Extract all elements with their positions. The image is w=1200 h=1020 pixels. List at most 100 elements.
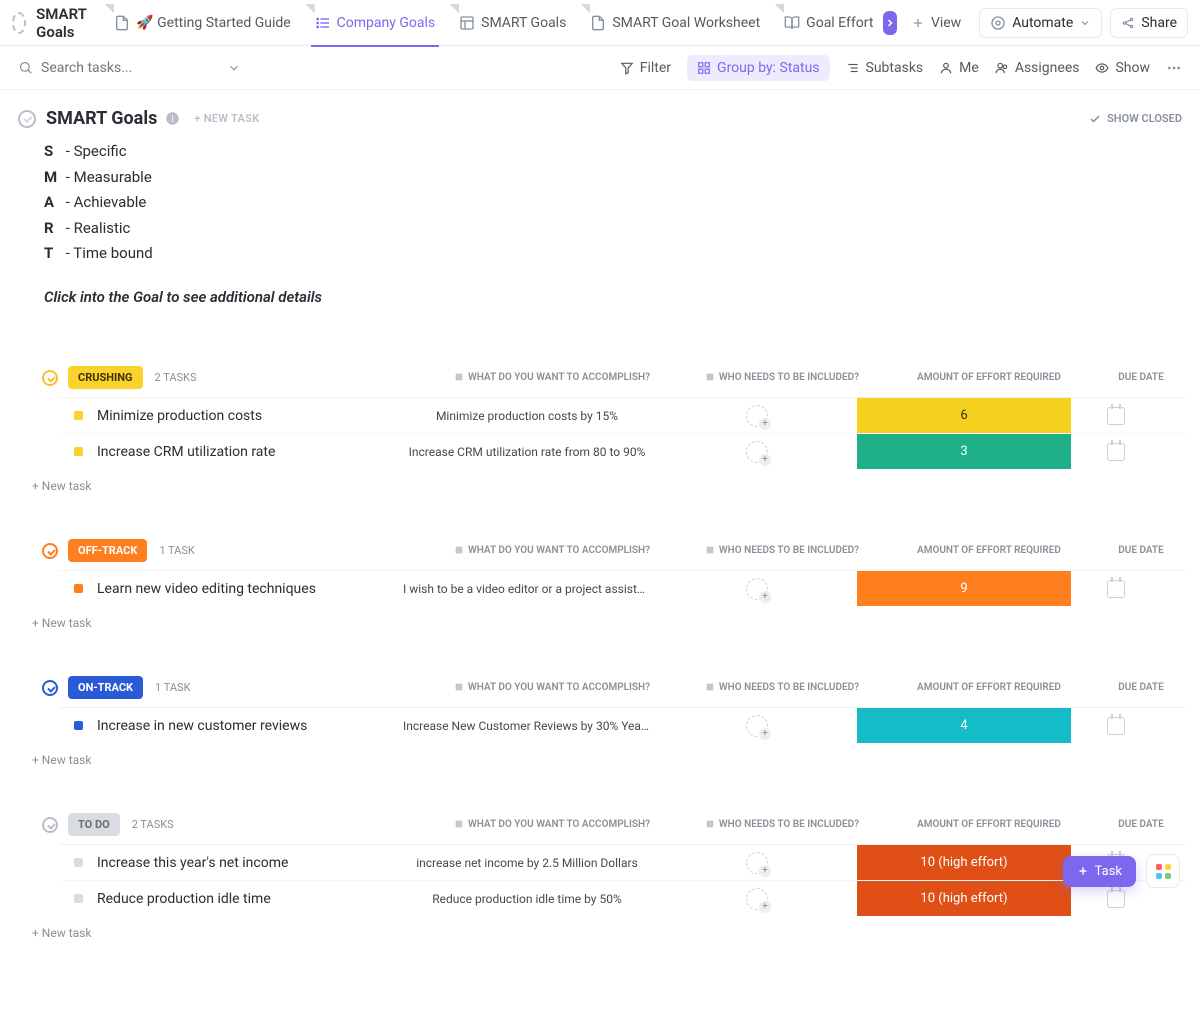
add-task-button[interactable]: + New task xyxy=(14,743,1186,767)
add-assignee-icon[interactable] xyxy=(746,405,768,427)
status-square-icon[interactable] xyxy=(74,894,83,903)
col-due[interactable]: DUE DATE xyxy=(1096,682,1186,693)
effort-cell[interactable]: 10 (high effort) xyxy=(857,881,1071,916)
task-row[interactable]: Increase this year's net incomeincrease … xyxy=(60,844,1186,880)
col-included[interactable]: WHO NEEDS TO BE INCLUDED? xyxy=(682,819,882,830)
col-included[interactable]: WHO NEEDS TO BE INCLUDED? xyxy=(682,545,882,556)
effort-cell[interactable]: 4 xyxy=(857,708,1071,743)
filter-button[interactable]: Filter xyxy=(620,60,671,76)
show-button[interactable]: Show xyxy=(1095,60,1150,76)
group-collapse-icon[interactable] xyxy=(42,543,58,559)
search-input[interactable] xyxy=(41,60,219,76)
task-name[interactable]: Increase this year's net income xyxy=(97,855,397,871)
task-name[interactable]: Increase CRM utilization rate xyxy=(97,444,397,460)
col-accomplish[interactable]: WHAT DO YOU WANT TO ACCOMPLISH? xyxy=(422,819,682,830)
due-date-cell[interactable] xyxy=(1071,443,1161,461)
task-accomplish[interactable]: increase net income by 2.5 Million Dolla… xyxy=(397,856,657,870)
group-status-label[interactable]: OFF-TRACK xyxy=(68,539,147,562)
task-name[interactable]: Increase in new customer reviews xyxy=(97,718,397,734)
col-included[interactable]: WHO NEEDS TO BE INCLUDED? xyxy=(682,682,882,693)
task-accomplish[interactable]: Increase New Customer Reviews by 30% Yea… xyxy=(397,719,657,733)
group-collapse-icon[interactable] xyxy=(42,370,58,386)
new-task-fab[interactable]: Task xyxy=(1063,856,1136,887)
task-row[interactable]: Increase CRM utilization rateIncrease CR… xyxy=(60,433,1186,469)
col-due[interactable]: DUE DATE xyxy=(1096,545,1186,556)
more-views-button[interactable] xyxy=(883,11,897,35)
new-task-header-button[interactable]: + NEW TASK xyxy=(194,112,259,125)
group-status-label[interactable]: CRUSHING xyxy=(68,366,143,389)
apps-fab[interactable] xyxy=(1146,854,1180,888)
task-name[interactable]: Minimize production costs xyxy=(97,408,397,424)
col-accomplish[interactable]: WHAT DO YOU WANT TO ACCOMPLISH? xyxy=(422,545,682,556)
add-assignee-icon[interactable] xyxy=(746,888,768,910)
assignee-cell[interactable] xyxy=(657,888,857,910)
effort-cell[interactable]: 10 (high effort) xyxy=(857,845,1071,880)
tab-company-goals[interactable]: Company Goals xyxy=(303,0,447,46)
automate-button[interactable]: Automate xyxy=(979,8,1102,38)
show-closed-button[interactable]: SHOW CLOSED xyxy=(1089,112,1182,125)
add-assignee-icon[interactable] xyxy=(746,715,768,737)
col-effort[interactable]: AMOUNT OF EFFORT REQUIRED xyxy=(882,682,1096,693)
assignees-button[interactable]: Assignees xyxy=(995,60,1080,76)
col-due[interactable]: DUE DATE xyxy=(1096,372,1186,383)
col-accomplish[interactable]: WHAT DO YOU WANT TO ACCOMPLISH? xyxy=(422,682,682,693)
due-date-cell[interactable] xyxy=(1071,717,1161,735)
tab-smart-goal-worksheet[interactable]: SMART Goal Worksheet xyxy=(578,0,772,46)
task-row[interactable]: Reduce production idle timeReduce produc… xyxy=(60,880,1186,916)
add-view-button[interactable]: View xyxy=(901,9,971,37)
group-collapse-icon[interactable] xyxy=(42,680,58,696)
task-row[interactable]: Learn new video editing techniquesI wish… xyxy=(60,570,1186,606)
col-effort[interactable]: AMOUNT OF EFFORT REQUIRED xyxy=(882,819,1096,830)
effort-cell[interactable]: 3 xyxy=(857,434,1071,469)
add-assignee-icon[interactable] xyxy=(746,852,768,874)
group-collapse-icon[interactable] xyxy=(42,817,58,833)
assignee-cell[interactable] xyxy=(657,578,857,600)
add-assignee-icon[interactable] xyxy=(746,441,768,463)
status-square-icon[interactable] xyxy=(74,584,83,593)
share-button[interactable]: Share xyxy=(1110,8,1188,38)
task-accomplish[interactable]: Increase CRM utilization rate from 80 to… xyxy=(397,445,657,459)
due-date-cell[interactable] xyxy=(1071,407,1161,425)
more-icon[interactable] xyxy=(1166,60,1182,76)
due-date-cell[interactable] xyxy=(1071,890,1161,908)
assignee-cell[interactable] xyxy=(657,852,857,874)
search-dropdown-icon[interactable] xyxy=(227,61,241,75)
workspace-icon[interactable] xyxy=(12,12,26,34)
effort-cell[interactable]: 9 xyxy=(857,571,1071,606)
group-status-label[interactable]: TO DO xyxy=(68,813,120,836)
col-included[interactable]: WHO NEEDS TO BE INCLUDED? xyxy=(682,372,882,383)
col-due[interactable]: DUE DATE xyxy=(1096,819,1186,830)
task-accomplish[interactable]: Reduce production idle time by 50% xyxy=(397,892,657,906)
status-square-icon[interactable] xyxy=(74,411,83,420)
due-date-cell[interactable] xyxy=(1071,580,1161,598)
subtasks-button[interactable]: Subtasks xyxy=(846,60,924,76)
task-row[interactable]: Minimize production costsMinimize produc… xyxy=(60,397,1186,433)
assignee-cell[interactable] xyxy=(657,405,857,427)
task-name[interactable]: Learn new video editing techniques xyxy=(97,581,397,597)
effort-cell[interactable]: 6 xyxy=(857,398,1071,433)
col-accomplish[interactable]: WHAT DO YOU WANT TO ACCOMPLISH? xyxy=(422,372,682,383)
me-button[interactable]: Me xyxy=(939,60,979,76)
add-assignee-icon[interactable] xyxy=(746,578,768,600)
tab-goal-effort[interactable]: Goal Effort xyxy=(772,0,885,46)
info-icon[interactable]: i xyxy=(165,111,180,126)
task-name[interactable]: Reduce production idle time xyxy=(97,891,397,907)
status-square-icon[interactable] xyxy=(74,858,83,867)
status-square-icon[interactable] xyxy=(74,447,83,456)
add-task-button[interactable]: + New task xyxy=(14,469,1186,493)
add-task-button[interactable]: + New task xyxy=(14,916,1186,940)
task-accomplish[interactable]: Minimize production costs by 15% xyxy=(397,409,657,423)
assignee-cell[interactable] xyxy=(657,715,857,737)
group-by-button[interactable]: Group by: Status xyxy=(687,55,829,81)
assignee-cell[interactable] xyxy=(657,441,857,463)
status-square-icon[interactable] xyxy=(74,721,83,730)
group-status-label[interactable]: ON-TRACK xyxy=(68,676,143,699)
workspace-title[interactable]: SMART Goals xyxy=(36,5,88,41)
add-task-button[interactable]: + New task xyxy=(14,606,1186,630)
tab--getting-started-guide[interactable]: 🚀 Getting Started Guide xyxy=(102,0,302,46)
tab-smart-goals[interactable]: SMART Goals xyxy=(447,0,578,46)
task-accomplish[interactable]: I wish to be a video editor or a project… xyxy=(397,582,657,596)
task-row[interactable]: Increase in new customer reviewsIncrease… xyxy=(60,707,1186,743)
collapse-all-icon[interactable] xyxy=(18,110,36,128)
col-effort[interactable]: AMOUNT OF EFFORT REQUIRED xyxy=(882,545,1096,556)
